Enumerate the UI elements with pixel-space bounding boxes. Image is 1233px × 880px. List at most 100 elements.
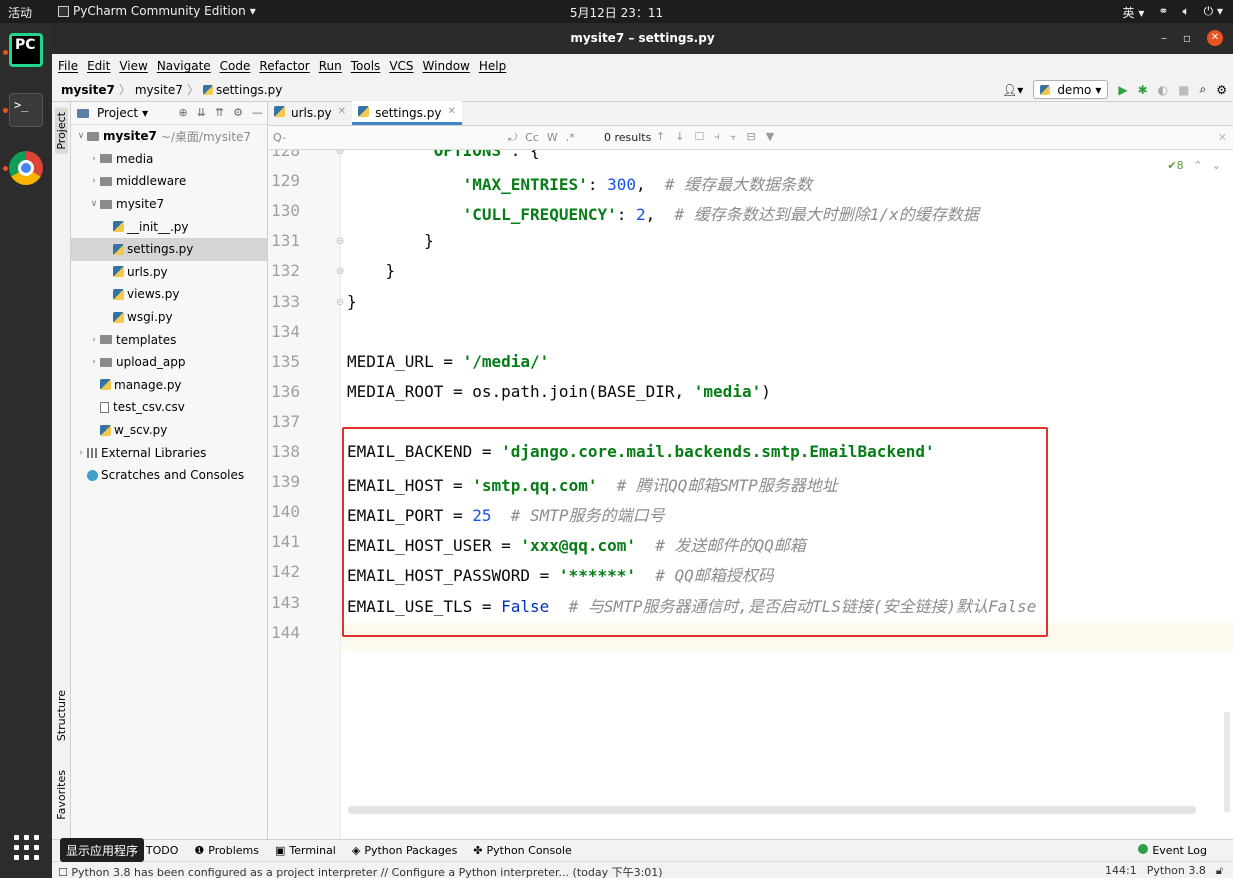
activities-button[interactable]: 活动 [8,4,32,21]
tool-python-console[interactable]: ✤ Python Console [473,844,572,857]
select-all-occurrences-icon[interactable]: ☐ [694,130,704,144]
chevron-down-icon[interactable]: ⌄ [1212,159,1221,172]
close-tab-icon[interactable]: ✕ [338,106,346,125]
previous-occurrence-icon[interactable]: ↑ [656,130,665,144]
tree-item[interactable]: w_scv.py [71,419,267,442]
tree-item[interactable]: test_csv.csv [71,396,267,419]
add-occurrence-icon[interactable]: ⫞ [714,130,720,144]
tree-item[interactable]: › templates [71,328,267,351]
code-line[interactable]: EMAIL_HOST_PASSWORD = '******' # QQ邮箱授权码 [347,562,774,586]
fold-icon[interactable]: ⊖ [336,236,344,247]
select-all-icon[interactable]: ⊟ [746,130,755,144]
tool-tab-project[interactable]: Project [55,108,68,154]
code-line[interactable]: MEDIA_URL = '/media/' [347,352,549,371]
app-menu[interactable]: PyCharm Community Edition ▾ [58,4,256,18]
chevron-up-icon[interactable]: ⌃ [1193,159,1202,172]
menu-vcs[interactable]: VCS [389,59,413,73]
chevron-right-icon[interactable]: › [88,154,100,164]
expand-all-icon[interactable]: ⇊ [197,106,206,119]
code-editor[interactable]: 128 ⊖ 129 130 131 ⊖ 132 ⊖ 133 ⊖ 134 135 136 137 138 139… [268,150,1233,839]
tool-problems[interactable]: ❶ Problems [194,844,259,857]
match-case-toggle[interactable]: Cc [525,131,539,145]
menu-navigate[interactable]: Navigate [157,59,211,73]
line-gutter[interactable]: 128 ⊖ 129 130 131 ⊖ 132 ⊖ 133 ⊖ 134 135 136 137 138 139… [268,150,344,839]
tab-settings[interactable]: settings.py ✕ [352,101,462,125]
pycharm-icon[interactable]: PC [9,33,43,67]
stop-icon[interactable]: ■ [1178,83,1189,97]
fold-icon[interactable]: ⊖ [336,150,344,157]
volume-icon[interactable]: 🔈︎ [1182,4,1189,21]
chevron-right-icon[interactable]: › [88,357,100,367]
chevron-right-icon[interactable]: › [88,176,100,186]
tree-item[interactable]: wsgi.py [71,306,267,329]
gear-icon[interactable]: ⚙ [1216,83,1227,97]
tree-item[interactable]: urls.py [71,261,267,284]
tree-item[interactable]: __init__.py [71,215,267,238]
chevron-down-icon[interactable]: ▾ [142,106,148,120]
remove-occurrence-icon[interactable]: ⫟ [730,130,737,144]
tool-terminal[interactable]: ▣ Terminal [275,844,336,857]
tree-item[interactable]: views.py [71,283,267,306]
breadcrumb-item[interactable]: settings.py [202,83,282,97]
code-line[interactable]: 'MAX_ENTRIES': 300, # 缓存最大数据条数 [347,171,813,195]
tree-item[interactable]: settings.py [71,237,267,261]
whole-words-toggle[interactable]: W [547,131,558,145]
system-tray[interactable]: 英 ▾ ⚭ 🔈︎ ⏻ ▾ [1123,4,1223,21]
tab-urls[interactable]: urls.py ✕ [268,101,352,125]
user-icon[interactable]: 👤︎▾ [1002,83,1023,97]
tree-item[interactable]: ∨ mysite7 [71,193,267,216]
filter-icon[interactable]: ▼ [766,130,774,144]
regex-toggle[interactable]: .* [566,131,575,145]
run-config-select[interactable]: demo ▾ [1033,80,1109,99]
run-icon[interactable]: ▶ [1118,83,1127,97]
show-apps-icon[interactable] [14,835,40,861]
chevron-down-icon[interactable]: ∨ [88,199,100,209]
hide-icon[interactable]: — [252,106,263,119]
code-line[interactable]: } [347,231,434,250]
breadcrumb-item[interactable]: mysite7 [61,83,115,97]
menu-view[interactable]: View [119,59,147,73]
tool-tab-structure[interactable]: Structure [55,690,68,741]
tree-item[interactable]: ∨ mysite7 ~/桌面/mysite7 [71,125,267,148]
menu-edit[interactable]: Edit [87,59,110,73]
code-line[interactable]: 'OPTIONS': { [347,150,540,160]
menu-help[interactable]: Help [479,59,506,73]
interpreter-indicator[interactable]: Python 3.8 [1147,864,1206,878]
chevron-right-icon[interactable]: › [88,335,100,345]
project-view-select[interactable]: Project [97,106,138,120]
fold-icon[interactable]: ⊖ [336,297,344,308]
chevron-right-icon[interactable]: › [75,448,87,458]
network-icon[interactable]: ⚭ [1158,4,1168,21]
event-log-button[interactable]: Event Log [1138,844,1207,857]
coverage-icon[interactable]: ◐ [1158,83,1168,97]
code-line[interactable]: 'CULL_FREQUENCY': 2, # 缓存条数达到最大时删除1/x的缓存… [347,201,979,225]
code-line[interactable]: MEDIA_ROOT = os.path.join(BASE_DIR, 'med… [347,382,771,401]
tool-tab-favorites[interactable]: Favorites [55,770,68,820]
minimize-icon[interactable]: – [1161,31,1167,45]
breadcrumb-item[interactable]: mysite7 [135,83,183,97]
target-icon[interactable]: ⊕ [178,106,187,119]
code-line[interactable]: } [347,261,396,280]
maximize-icon[interactable]: ▫ [1183,31,1191,45]
power-icon[interactable]: ⏻ ▾ [1204,4,1223,21]
horizontal-scrollbar[interactable] [348,806,1196,814]
menu-tools[interactable]: Tools [351,59,381,73]
close-find-icon[interactable]: ✕ [1218,131,1227,144]
window-title-bar[interactable]: mysite7 – settings.py – ▫ ✕ [52,23,1233,54]
menu-window[interactable]: Window [423,59,470,73]
collapse-all-icon[interactable]: ⇈ [215,106,224,119]
caret-position[interactable]: 144:1 [1105,864,1137,878]
tree-item[interactable]: › middleware [71,170,267,193]
regex-history-icon[interactable]: ⤾ [508,131,517,145]
lock-icon[interactable]: 🔓︎ [1216,864,1223,878]
code-line[interactable]: EMAIL_BACKEND = 'django.core.mail.backen… [347,442,935,461]
menu-file[interactable]: File [58,59,78,73]
tool-python-packages[interactable]: ◈ Python Packages [352,844,457,857]
search-icon[interactable]: ⌕ [1200,82,1207,97]
code-line[interactable]: EMAIL_HOST_USER = 'xxx@qq.com' # 发送邮件的QQ… [347,532,806,556]
inspection-widget[interactable]: ✔8 ⌃ ⌄ [1167,159,1221,172]
input-method-indicator[interactable]: 英 ▾ [1123,4,1145,21]
next-occurrence-icon[interactable]: ↓ [675,130,684,144]
terminal-icon[interactable]: >_ [9,93,43,127]
close-icon[interactable]: ✕ [1207,30,1223,46]
